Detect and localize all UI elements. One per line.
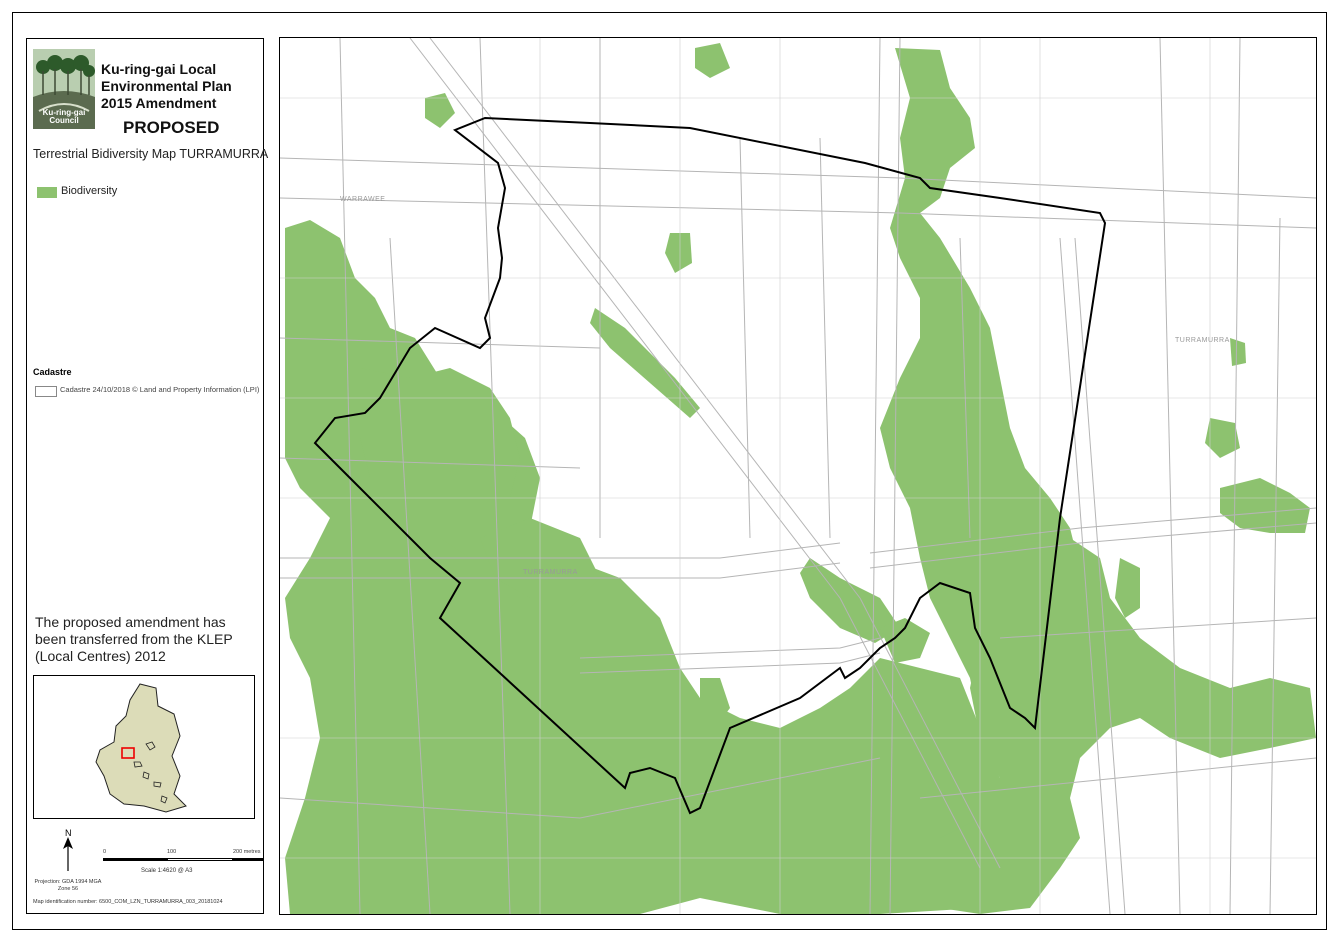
council-logo: Ku-ring-gai Council (33, 49, 95, 129)
plan-status: PROPOSED (123, 118, 220, 137)
scale-tick-100: 100 (167, 849, 177, 855)
map-title: Terrestrial Bidiversity Map TURRAMURRA (33, 147, 269, 161)
cadastre-legend-label: Cadastre 24/10/2018 © Land and Property … (60, 385, 260, 394)
place-label-turramurra: TURRAMURRA (523, 569, 578, 576)
plan-title: Ku-ring-gai Local Environmental Plan 201… (101, 61, 232, 111)
cadastre-swatch (35, 386, 57, 397)
biodiversity-swatch (37, 187, 57, 198)
scale-tick-0: 0 (103, 849, 107, 855)
north-label: N (65, 828, 72, 838)
amendment-note: The proposed amendment has been transfer… (35, 614, 233, 664)
locality-inset-map (33, 675, 255, 819)
map-canvas (280, 38, 1316, 914)
cadastre-heading: Cadastre (33, 367, 72, 377)
biodiversity-legend-label: Biodiversity (61, 185, 118, 197)
main-map[interactable]: WARRAWEE TURRAMURRA TURRAMURRA (279, 37, 1317, 915)
place-label-warrawee: WARRAWEE (340, 196, 386, 203)
scale-tick-200: 200 metres (233, 849, 261, 855)
map-identification-number: Map identification number: 6500_COM_LZN_… (33, 899, 223, 905)
place-label-turramurra-east: TURRAMURRA (1175, 337, 1230, 344)
legend-panel: Ku-ring-gai Council Ku-ring-gai Local En… (26, 38, 268, 914)
scale-ratio: Scale 1:4620 @ A3 (141, 868, 193, 874)
projection-note: Projection: GDA 1994 MGA Zone 56 (34, 879, 102, 892)
vegetation-layer (285, 43, 1316, 914)
logo-wordmark: Ku-ring-gai Council (42, 108, 86, 125)
